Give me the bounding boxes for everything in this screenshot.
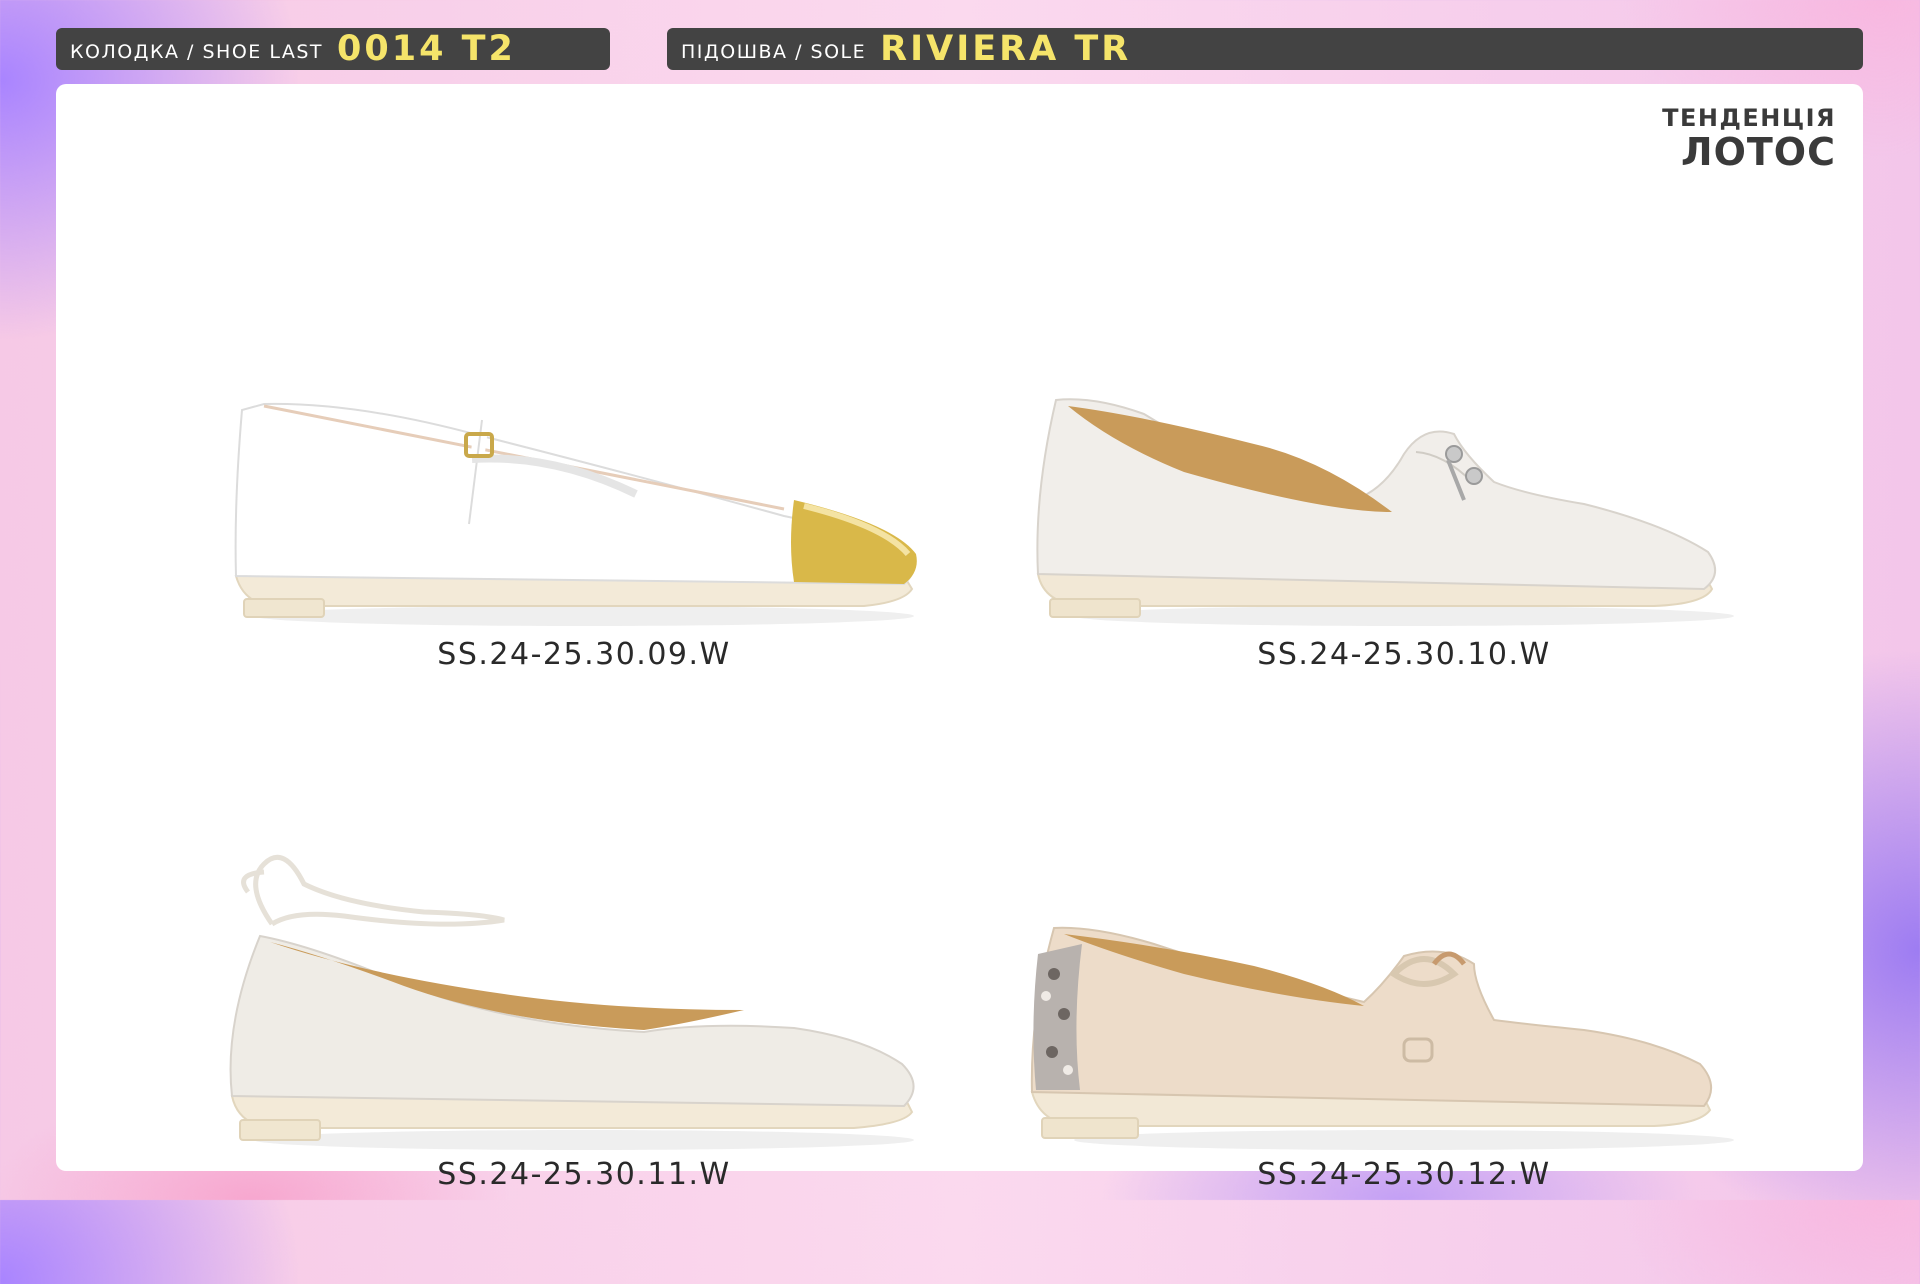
- shoe-image-lace-ballet-flat: [229, 854, 915, 1150]
- product-code: SS.24-25.30.12.W: [1257, 1157, 1551, 1192]
- product-card: SS.24-25.30.09.W: [204, 304, 964, 764]
- sole-label: ПІДОШВА / SOLE: [681, 41, 867, 63]
- product-card: SS.24-25.30.11.W: [204, 824, 964, 1284]
- shoe-image-tassel-loafer: [1036, 398, 1734, 626]
- product-code: SS.24-25.30.11.W: [437, 1157, 731, 1192]
- product-card: SS.24-25.30.10.W: [1024, 304, 1784, 764]
- trend-label: ТЕНДЕНЦІЯ: [1662, 104, 1836, 132]
- shoe-last-value: 0014 T2: [337, 29, 516, 69]
- product-card: SS.24-25.30.12.W: [1024, 824, 1784, 1284]
- content-panel: ТЕНДЕНЦІЯ ЛОТОС SS.24-25.30.09.W SS.24-2…: [56, 84, 1863, 1192]
- shoe-last-header: КОЛОДКА / SHOE LAST 0014 T2: [56, 28, 610, 70]
- product-code: SS.24-25.30.10.W: [1257, 637, 1551, 672]
- sole-value: RIVIERA TR: [880, 29, 1132, 69]
- shoe-image-gold-toe-flat: [234, 402, 917, 626]
- trend-block: ТЕНДЕНЦІЯ ЛОТОС: [1662, 104, 1836, 174]
- trend-name: ЛОТОС: [1681, 130, 1836, 174]
- product-code: SS.24-25.30.09.W: [437, 637, 731, 672]
- shoe-last-label: КОЛОДКА / SHOE LAST: [70, 41, 324, 63]
- shoe-image-chain-loafer: [1030, 926, 1734, 1150]
- sole-header: ПІДОШВА / SOLE RIVIERA TR: [667, 28, 1863, 70]
